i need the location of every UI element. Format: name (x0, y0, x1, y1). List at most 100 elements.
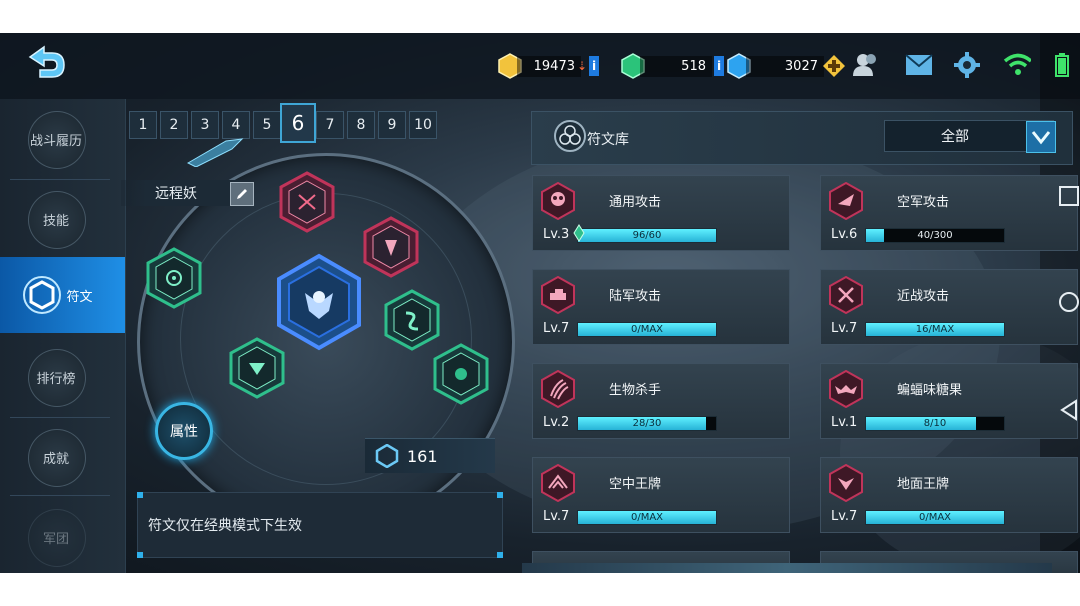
rune-progress-bar: 0/MAX (865, 510, 1005, 525)
gem-add-button[interactable]: i (714, 56, 724, 76)
mode-note: 符文仅在经典模式下生效 (137, 492, 503, 558)
melee-rune-icon (829, 276, 863, 314)
page-tab-6[interactable]: 6 (280, 103, 316, 143)
crystal-resource: 3027 (726, 53, 846, 79)
page-tab-5[interactable]: 5 (253, 111, 281, 139)
nav-item-skills[interactable]: 技能 (0, 181, 112, 257)
page-tab-7[interactable]: 7 (316, 111, 344, 139)
rune-points-value: 161 (407, 446, 438, 466)
crystal-value: 3027 (746, 55, 824, 77)
rune-progress-text: 16/MAX (915, 324, 955, 335)
rune-card[interactable]: 近战攻击 Lv.7 16/MAX (820, 269, 1078, 345)
nav-item-label: 符文 (66, 289, 93, 305)
rune-point-icon (375, 444, 399, 468)
rune-progress-text: 40/300 (917, 230, 953, 241)
rune-points: 161 (365, 438, 495, 473)
page-tab-9[interactable]: 9 (378, 111, 406, 139)
back-button[interactable] (22, 43, 68, 83)
nav-item-leaderboard[interactable]: 排行榜 (0, 339, 112, 415)
rune-card[interactable]: 通用攻击 Lv.3 96/60 (532, 175, 790, 251)
rune-slot-red-1[interactable] (279, 171, 335, 233)
page-tab-1[interactable]: 1 (129, 111, 157, 139)
nav-item-label: 战斗履历 (29, 133, 82, 149)
pencil-icon (237, 189, 247, 199)
page-tab-3[interactable]: 3 (191, 111, 219, 139)
corner-decoration (137, 552, 143, 558)
rune-level: Lv.1 (831, 415, 858, 430)
rune-progress-text: 0/MAX (630, 324, 664, 335)
rune-card[interactable]: 空中王牌 Lv.7 0/MAX (532, 457, 790, 533)
rune-progress-bar: 28/30 (577, 416, 717, 431)
rune-slot-green-2[interactable] (384, 289, 440, 351)
claw-rune-icon (541, 370, 575, 408)
nav-item-battle-history[interactable]: 战斗履历 (0, 101, 112, 177)
rune-progress-bar: 16/MAX (865, 322, 1005, 337)
nav-item-label: 成就 (42, 451, 69, 467)
rune-level: Lv.7 (831, 509, 858, 524)
rune-level: Lv.2 (543, 415, 570, 430)
nav-divider (10, 179, 110, 180)
rune-level: Lv.7 (543, 321, 570, 336)
rune-card[interactable]: 生物杀手 Lv.2 28/30 (532, 363, 790, 439)
gem-value: 518 (640, 55, 712, 77)
rune-progress-text: 28/30 (632, 418, 662, 429)
rename-preset-button[interactable] (230, 182, 254, 206)
settings-gear-icon[interactable] (953, 51, 981, 79)
rune-progress-text: 0/MAX (630, 512, 664, 523)
add-crystal-button[interactable] (822, 54, 846, 78)
rune-progress-text: 0/MAX (918, 512, 952, 523)
filter-dropdown-button[interactable] (1026, 121, 1056, 153)
corner-decoration (497, 492, 503, 498)
rune-library-icon (554, 120, 586, 152)
nav-item-runes[interactable]: 符文 (0, 257, 125, 333)
air-attack-rune-icon (829, 182, 863, 220)
gold-add-button[interactable]: i (589, 56, 600, 76)
rune-card[interactable]: 蝙蝠味糖果 Lv.1 8/10 (820, 363, 1078, 439)
nav-item-legion[interactable]: 军团 (0, 499, 112, 573)
rune-name: 通用攻击 (609, 195, 662, 210)
page-tab-2[interactable]: 2 (160, 111, 188, 139)
corner-decoration (137, 492, 143, 498)
rune-name: 陆军攻击 (609, 289, 662, 304)
gold-value: 19473 (517, 55, 581, 77)
rune-name: 近战攻击 (897, 289, 950, 304)
tank-rune-icon (541, 276, 575, 314)
rune-slot-green-4[interactable] (229, 337, 285, 399)
rune-slot-green-1[interactable] (146, 247, 202, 309)
nav-item-label: 技能 (42, 213, 69, 229)
rune-library-title: 符文库 (587, 132, 629, 148)
rune-slot-green-3[interactable] (433, 343, 489, 405)
gold-resource: 19473 ⇣ i (497, 53, 600, 79)
down-arrow-icon: ⇣ (577, 59, 588, 73)
rune-slot-core[interactable] (275, 253, 363, 351)
rune-progress-text: 96/60 (632, 230, 662, 241)
rune-card[interactable]: 地面王牌 Lv.7 0/MAX (820, 457, 1078, 533)
rune-progress-bar: 0/MAX (577, 510, 717, 525)
rune-card[interactable]: 陆军攻击 Lv.7 0/MAX (532, 269, 790, 345)
battery-icon (1048, 51, 1076, 79)
friends-icon[interactable] (852, 51, 880, 79)
wifi-icon (1003, 51, 1031, 79)
nav-item-label: 军团 (42, 531, 69, 547)
ground-ace-rune-icon (829, 464, 863, 502)
air-ace-rune-icon (541, 464, 575, 502)
nav-item-label: 排行榜 (36, 371, 76, 387)
rune-level: Lv.6 (831, 227, 858, 242)
page-tab-10[interactable]: 10 (409, 111, 437, 139)
page-tab-4[interactable]: 4 (222, 111, 250, 139)
nav-back-icon[interactable] (1058, 399, 1080, 421)
attributes-button[interactable]: 属性 (155, 402, 213, 460)
mail-icon[interactable] (905, 51, 933, 79)
page-tab-8[interactable]: 8 (347, 111, 375, 139)
rune-progress-bar: 40/300 (865, 228, 1005, 243)
rune-level: Lv.7 (543, 509, 570, 524)
rune-progress-bar: 8/10 (865, 416, 1005, 431)
rune-slot-red-2[interactable] (363, 216, 419, 278)
home-icon[interactable] (1058, 291, 1080, 313)
rune-name: 空中王牌 (609, 477, 662, 492)
rune-level: Lv.7 (831, 321, 858, 336)
rune-name: 空军攻击 (897, 195, 950, 210)
nav-item-achievements[interactable]: 成就 (0, 419, 112, 495)
rune-card[interactable]: 空军攻击 Lv.6 40/300 (820, 175, 1078, 251)
recent-apps-icon[interactable] (1058, 185, 1080, 207)
